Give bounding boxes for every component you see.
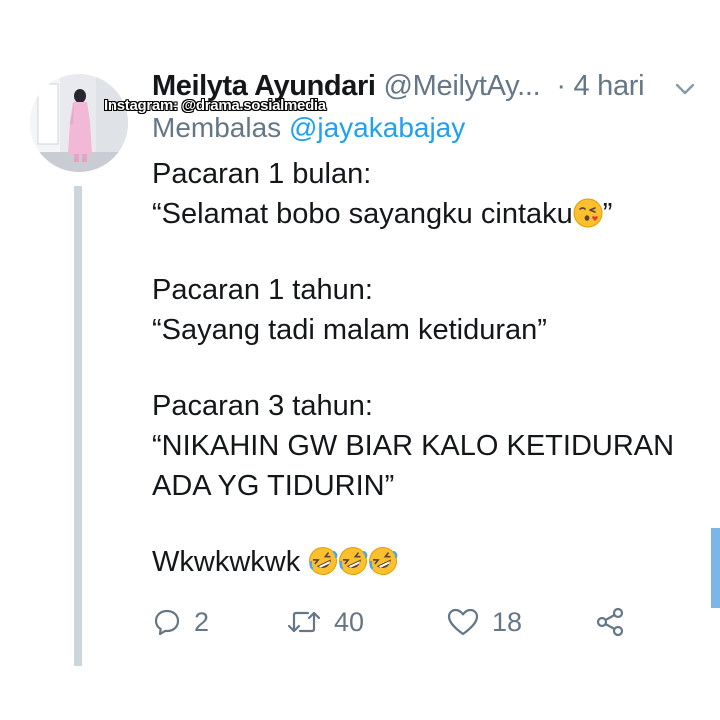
reply-prefix: Membalas [152, 112, 282, 143]
retweet-button[interactable]: 40 [286, 600, 364, 644]
tweet-actions: 2 40 18 [152, 600, 652, 644]
avatar[interactable] [30, 74, 128, 172]
chevron-down-icon[interactable] [672, 76, 698, 102]
tweet-line: ADA YG TIDURIN” [152, 470, 395, 502]
reply-context: Membalas @jayakabajay [152, 112, 465, 144]
tweet-line: “Selamat bobo sayangku cintaku ” [152, 194, 692, 234]
rolling-on-floor-laughing-icon [309, 547, 338, 575]
tweet-line-text: ” [602, 198, 613, 230]
scrollbar[interactable] [711, 528, 720, 608]
like-button[interactable]: 18 [446, 600, 522, 644]
tweet-screen: Instagram: @drama.sosialmedia Meilyta Ay… [0, 0, 720, 720]
rolling-on-floor-laughing-icon [339, 547, 368, 575]
thread-line [74, 186, 82, 666]
tweet-line: Wkwkwkwk [152, 542, 692, 582]
watermark-text: Instagram: @drama.sosialmedia [104, 97, 326, 114]
share-icon [596, 607, 624, 637]
tweet-line: “NIKAHIN GW BIAR KALO KETIDURAN [152, 430, 675, 462]
tweet-line: Pacaran 1 bulan: [152, 158, 372, 190]
tweet-text: Pacaran 1 bulan: “Selamat bobo sayangku … [152, 154, 692, 582]
reply-bubble-icon [154, 609, 180, 636]
tweet-line: Pacaran 1 tahun: [152, 274, 373, 306]
like-count: 18 [492, 606, 523, 637]
tweet-line-text: Wkwkwkwk [152, 546, 301, 578]
user-handle[interactable]: @MeilytAy... [384, 70, 541, 103]
rolling-on-floor-laughing-icon [369, 547, 398, 575]
tweet-line-text: “Selamat bobo sayangku cintaku [152, 198, 573, 230]
tweet-line: Pacaran 3 tahun: [152, 390, 373, 422]
tweet-timestamp[interactable]: · 4 hari [556, 70, 644, 103]
reply-mention-link[interactable]: @jayakabajay [289, 112, 465, 143]
heart-icon [447, 608, 479, 636]
reply-count: 2 [194, 606, 210, 637]
reply-button[interactable]: 2 [152, 600, 209, 644]
retweet-icon [287, 611, 321, 633]
share-button[interactable] [594, 600, 626, 644]
retweet-count: 40 [334, 606, 365, 637]
face-blowing-kiss-icon [573, 198, 603, 228]
tweet-line: “Sayang tadi malam ketiduran” [152, 314, 547, 346]
